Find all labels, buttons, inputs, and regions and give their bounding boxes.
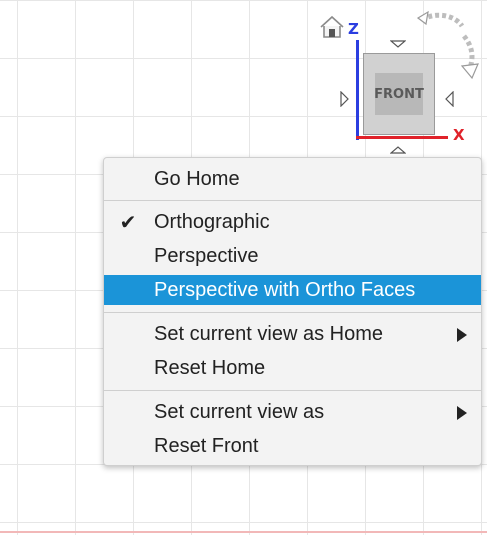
menu-item-label: Go Home <box>154 168 240 190</box>
menu-item-set-view-as-home[interactable]: Set current view as Home <box>104 319 481 349</box>
submenu-arrow-icon <box>457 406 467 420</box>
canvas-x-axis-line <box>0 531 487 533</box>
menu-item-orthographic[interactable]: ✔ Orthographic <box>104 207 481 237</box>
menu-item-label: Perspective <box>154 245 259 267</box>
viewcube-face-highlight: FRONT <box>374 73 424 115</box>
viewcube-face-label: FRONT <box>374 86 424 102</box>
viewcube[interactable]: Z X FRONT <box>300 0 487 170</box>
menu-item-label: Reset Front <box>154 435 259 457</box>
z-axis-line <box>356 40 359 140</box>
x-axis-label: X <box>453 126 465 144</box>
menu-item-label: Set current view as <box>154 401 325 423</box>
viewcube-context-menu: Go Home ✔ Orthographic Perspective Persp… <box>103 157 482 466</box>
home-icon[interactable] <box>318 14 346 40</box>
menu-separator <box>104 200 481 201</box>
checkmark-icon: ✔ <box>119 210 137 234</box>
viewcube-front-face[interactable]: FRONT <box>363 53 435 135</box>
menu-item-perspective-ortho-faces[interactable]: Perspective with Ortho Faces <box>104 275 481 305</box>
menu-item-go-home[interactable]: Go Home <box>104 164 481 194</box>
menu-item-label: Orthographic <box>154 211 270 233</box>
x-axis-line <box>356 136 448 139</box>
submenu-arrow-icon <box>457 328 467 342</box>
z-axis-label: Z <box>348 20 359 38</box>
menu-item-set-view-as[interactable]: Set current view as <box>104 397 481 427</box>
menu-item-reset-home[interactable]: Reset Home <box>104 353 481 383</box>
menu-item-label: Perspective with Ortho Faces <box>154 279 416 301</box>
menu-item-perspective[interactable]: Perspective <box>104 241 481 271</box>
menu-separator <box>104 312 481 313</box>
menu-item-label: Reset Home <box>154 357 266 379</box>
rotate-down-arrow-icon[interactable] <box>390 146 406 154</box>
rotate-up-arrow-icon[interactable] <box>390 40 406 48</box>
rotate-right-arrow-icon[interactable] <box>445 91 454 107</box>
rotate-left-arrow-icon[interactable] <box>340 91 349 107</box>
menu-item-reset-front[interactable]: Reset Front <box>104 431 481 461</box>
menu-separator <box>104 390 481 391</box>
menu-item-label: Set current view as Home <box>154 323 383 345</box>
